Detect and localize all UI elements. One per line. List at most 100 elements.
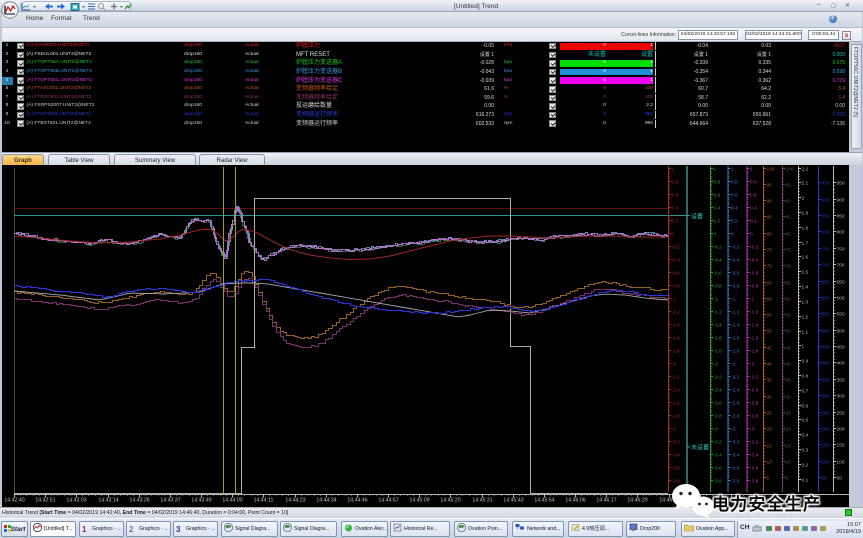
svg-text:-0.4: -0.4 <box>714 257 723 263</box>
svg-text:14:44:46: 14:44:46 <box>347 498 367 504</box>
svg-text:-2.6: -2.6 <box>750 400 759 406</box>
svg-text:0.2: 0.2 <box>714 218 721 224</box>
svg-text:-0.8: -0.8 <box>750 283 759 289</box>
svg-text:-1.6: -1.6 <box>750 335 759 341</box>
svg-text:100: 100 <box>837 459 845 465</box>
svg-text:650: 650 <box>837 279 845 285</box>
svg-text:15: 15 <box>786 443 792 449</box>
svg-text:1.8: 1.8 <box>802 225 809 231</box>
svg-text:-2.8: -2.8 <box>750 413 759 419</box>
svg-text:-3.2: -3.2 <box>714 439 723 445</box>
svg-text:14:45:54: 14:45:54 <box>534 498 554 504</box>
svg-text:14:45:20: 14:45:20 <box>440 498 460 504</box>
svg-text:65: 65 <box>767 280 773 286</box>
svg-text:-1.4: -1.4 <box>672 322 681 328</box>
svg-text:-2: -2 <box>731 361 736 367</box>
svg-text:45: 45 <box>767 345 773 351</box>
svg-text:-2: -2 <box>750 361 755 367</box>
svg-text:14:43:37: 14:43:37 <box>160 498 180 504</box>
svg-text:-3: -3 <box>714 426 719 432</box>
svg-text:-0.8: -0.8 <box>731 283 740 289</box>
svg-text:0.2: 0.2 <box>672 218 679 224</box>
svg-text:0.2: 0.2 <box>802 462 809 468</box>
svg-text:200: 200 <box>822 426 830 432</box>
svg-text:-1.6: -1.6 <box>731 335 740 341</box>
svg-text:0.4: 0.4 <box>750 205 757 211</box>
svg-text:900: 900 <box>837 197 845 203</box>
svg-text:0.8: 0.8 <box>731 179 738 185</box>
svg-text:2.2: 2.2 <box>802 166 809 172</box>
svg-text:350: 350 <box>822 377 830 383</box>
svg-text:65: 65 <box>786 280 792 286</box>
svg-text:-3.4: -3.4 <box>714 452 723 458</box>
svg-text:30: 30 <box>786 394 792 400</box>
svg-text:14:45:31: 14:45:31 <box>472 498 492 504</box>
svg-text:500: 500 <box>822 328 830 334</box>
svg-text:-3.2: -3.2 <box>672 439 681 445</box>
svg-text:14:43:49: 14:43:49 <box>191 498 211 504</box>
svg-text:-2.4: -2.4 <box>750 387 759 393</box>
svg-text:-3.2: -3.2 <box>750 439 759 445</box>
svg-text:-2.2: -2.2 <box>714 374 723 380</box>
svg-text:-0.6: -0.6 <box>714 270 723 276</box>
svg-text:800: 800 <box>822 229 830 235</box>
svg-text:550: 550 <box>837 311 845 317</box>
svg-text:70: 70 <box>786 263 792 269</box>
svg-text:-0.8: -0.8 <box>672 283 681 289</box>
svg-text:700: 700 <box>837 262 845 268</box>
svg-text:-1.2: -1.2 <box>672 309 681 315</box>
svg-text:14:44:00: 14:44:00 <box>222 498 242 504</box>
svg-text:55: 55 <box>786 312 792 318</box>
svg-text:-2.8: -2.8 <box>731 413 740 419</box>
svg-text:0.8: 0.8 <box>802 373 809 379</box>
svg-text:0.9: 0.9 <box>802 358 809 364</box>
svg-text:14:43:14: 14:43:14 <box>98 498 118 504</box>
svg-text:50: 50 <box>822 475 828 481</box>
svg-text:25: 25 <box>786 410 792 416</box>
svg-text:0.5: 0.5 <box>802 417 809 423</box>
svg-text:0.8: 0.8 <box>672 179 679 185</box>
svg-text:900: 900 <box>822 197 830 203</box>
svg-text:25: 25 <box>767 410 773 416</box>
svg-text:-2.8: -2.8 <box>672 413 681 419</box>
svg-text:700: 700 <box>822 262 830 268</box>
svg-text:30: 30 <box>767 394 773 400</box>
svg-text:0.4: 0.4 <box>802 432 809 438</box>
svg-text:300: 300 <box>822 393 830 399</box>
svg-text:-0.4: -0.4 <box>750 257 759 263</box>
svg-text:95: 95 <box>767 182 773 188</box>
svg-text:-3.6: -3.6 <box>731 465 740 471</box>
svg-text:0.1: 0.1 <box>802 477 809 483</box>
svg-text:-3: -3 <box>731 426 736 432</box>
svg-text:0: 0 <box>714 231 717 237</box>
svg-text:80: 80 <box>767 231 773 237</box>
svg-text:14:46:17: 14:46:17 <box>596 498 616 504</box>
svg-text:20: 20 <box>786 426 792 432</box>
svg-text:-1.2: -1.2 <box>731 309 740 315</box>
svg-text:0.2: 0.2 <box>750 218 757 224</box>
svg-text:0: 0 <box>672 231 675 237</box>
svg-text:95: 95 <box>786 182 792 188</box>
svg-text:-2.6: -2.6 <box>672 400 681 406</box>
svg-text:2.1: 2.1 <box>802 180 809 186</box>
svg-text:20: 20 <box>767 426 773 432</box>
svg-text:14:44:34: 14:44:34 <box>316 498 336 504</box>
svg-text:-1: -1 <box>714 296 719 302</box>
svg-text:-1: -1 <box>672 296 677 302</box>
svg-text:14:44:23: 14:44:23 <box>285 498 305 504</box>
svg-text:600: 600 <box>822 295 830 301</box>
svg-text:14:44:57: 14:44:57 <box>378 498 398 504</box>
svg-text:750: 750 <box>837 246 845 252</box>
svg-text:-3.8: -3.8 <box>750 478 759 484</box>
svg-text:1: 1 <box>750 166 753 172</box>
svg-text:70: 70 <box>767 263 773 269</box>
svg-text:450: 450 <box>837 344 845 350</box>
svg-text:14:42:51: 14:42:51 <box>35 498 55 504</box>
svg-text:100: 100 <box>786 166 794 172</box>
svg-text:1: 1 <box>714 166 717 172</box>
svg-text:未设置: 未设置 <box>691 444 709 452</box>
svg-text:75: 75 <box>767 247 773 253</box>
svg-text:-0.6: -0.6 <box>750 270 759 276</box>
svg-text:50: 50 <box>837 475 843 481</box>
svg-text:550: 550 <box>822 311 830 317</box>
